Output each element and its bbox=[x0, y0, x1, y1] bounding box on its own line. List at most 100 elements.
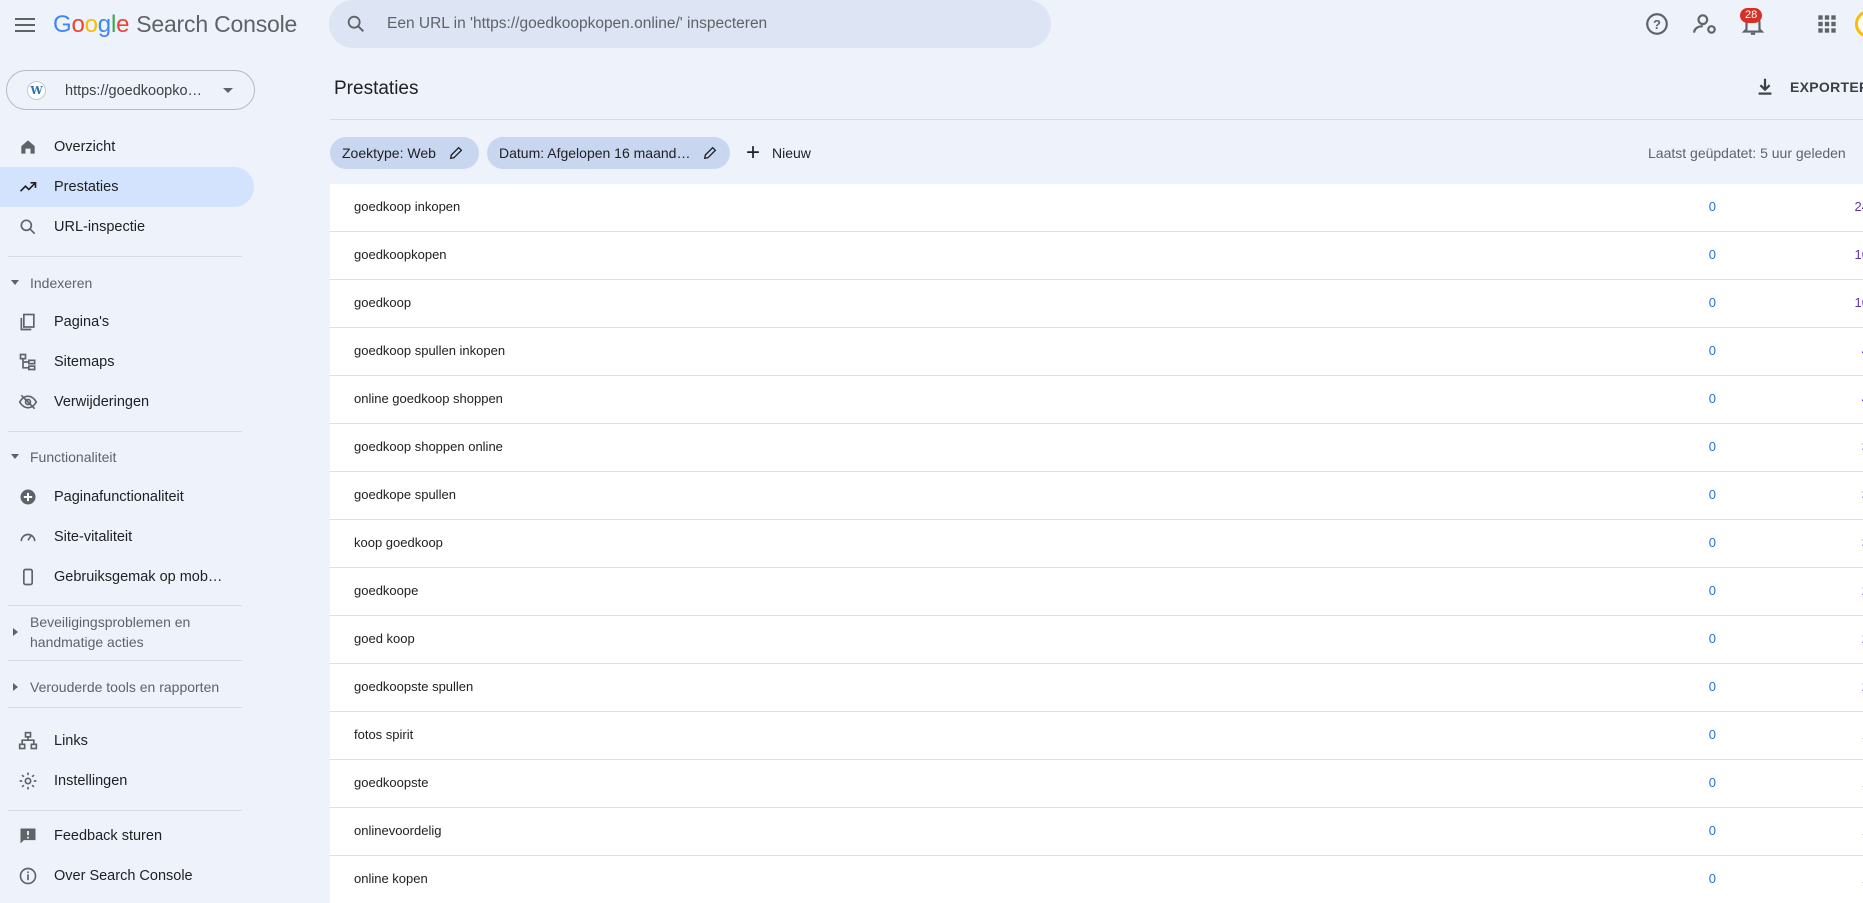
export-button[interactable]: EXPORTEREN bbox=[1754, 76, 1863, 98]
clicks-cell: 0 bbox=[1708, 535, 1716, 550]
table-row[interactable]: goed koop 0 2 bbox=[330, 616, 1863, 664]
visibility-off-icon bbox=[18, 394, 38, 410]
nav-label: Over Search Console bbox=[54, 868, 193, 884]
table-row[interactable]: online kopen 0 1 bbox=[330, 856, 1863, 903]
nav-label: URL-inspectie bbox=[54, 219, 146, 235]
search-icon bbox=[20, 219, 36, 235]
nav-gebruiksgemak-mobiel[interactable]: Gebruiksgemak op mob… bbox=[0, 557, 254, 597]
account-avatar[interactable] bbox=[1855, 10, 1863, 38]
phone-icon bbox=[23, 568, 33, 586]
nav-verwijderingen[interactable]: Verwijderingen bbox=[0, 382, 254, 422]
nav-sitemaps[interactable]: Sitemaps bbox=[0, 342, 254, 382]
section-label: Indexeren bbox=[30, 275, 93, 291]
impressions-cell: 3 bbox=[1829, 487, 1863, 502]
query-cell: online kopen bbox=[354, 871, 428, 886]
edit-pencil-icon[interactable] bbox=[448, 145, 464, 161]
expand-caret-icon bbox=[13, 683, 18, 691]
clicks-cell: 0 bbox=[1708, 679, 1716, 694]
search-icon[interactable] bbox=[345, 13, 367, 35]
svg-text:?: ? bbox=[1653, 17, 1661, 32]
table-row[interactable]: goedkoop inkopen 0 24 bbox=[330, 184, 1863, 232]
nav-label: Sitemaps bbox=[54, 354, 115, 370]
main-menu-button[interactable] bbox=[12, 12, 38, 38]
query-cell: onlinevoordelig bbox=[354, 823, 442, 838]
apps-grid-icon[interactable] bbox=[1814, 11, 1840, 37]
table-row[interactable]: onlinevoordelig 0 1 bbox=[330, 808, 1863, 856]
property-selector[interactable]: W https://goedkoopko… bbox=[6, 70, 255, 110]
nav-label: Gebruiksgemak op mob… bbox=[54, 569, 223, 585]
sidebar-divider bbox=[8, 605, 242, 606]
query-cell: goedkoop shoppen online bbox=[354, 439, 503, 454]
table-row[interactable]: goedkoopste spullen 0 2 bbox=[330, 664, 1863, 712]
clicks-cell: 0 bbox=[1708, 391, 1716, 406]
speed-icon bbox=[20, 533, 36, 542]
nav-prestaties[interactable]: Prestaties bbox=[0, 167, 254, 207]
manage-users-icon[interactable] bbox=[1692, 11, 1718, 37]
filter-chip-zoektype[interactable]: Zoektype: Web bbox=[330, 137, 479, 169]
impressions-cell: 4 bbox=[1829, 343, 1863, 358]
nav-overzicht[interactable]: Overzicht bbox=[0, 127, 254, 167]
table-row[interactable]: online goedkoop shoppen 0 4 bbox=[330, 376, 1863, 424]
pages-icon bbox=[20, 313, 35, 331]
impressions-cell: 1 bbox=[1829, 871, 1863, 886]
property-label: https://goedkoopko… bbox=[65, 83, 203, 99]
nav-site-vitaliteit[interactable]: Site-vitaliteit bbox=[0, 517, 254, 557]
top-bar: Google Search Console ? 28 bbox=[0, 0, 1863, 50]
sitemap-icon bbox=[19, 353, 36, 371]
impressions-cell: 1 bbox=[1829, 727, 1863, 742]
notification-badge: 28 bbox=[1740, 8, 1763, 23]
nav-over-search-console[interactable]: Over Search Console bbox=[0, 856, 254, 896]
menu-bar bbox=[15, 30, 35, 32]
help-icon[interactable]: ? bbox=[1644, 11, 1670, 37]
last-updated-text: Laatst geüpdatet: 5 uur geleden bbox=[1648, 145, 1846, 161]
nav-label: Feedback sturen bbox=[54, 828, 163, 844]
query-cell: goedkope spullen bbox=[354, 487, 456, 502]
nav-instellingen[interactable]: Instellingen bbox=[0, 761, 254, 801]
url-inspect-input[interactable] bbox=[387, 10, 1027, 38]
download-icon bbox=[1758, 78, 1772, 95]
logo-letter: e bbox=[116, 11, 130, 38]
search-console-logo[interactable]: Google Search Console bbox=[53, 11, 297, 39]
filter-chip-datum[interactable]: Datum: Afgelopen 16 maand… bbox=[487, 137, 730, 169]
wordpress-icon: W bbox=[27, 81, 46, 100]
nav-url-inspectie[interactable]: URL-inspectie bbox=[0, 207, 254, 247]
clicks-cell: 0 bbox=[1708, 295, 1716, 310]
nav-label: Pagina's bbox=[54, 314, 110, 330]
clicks-cell: 0 bbox=[1708, 343, 1716, 358]
expand-caret-icon bbox=[13, 628, 18, 636]
table-row[interactable]: fotos spirit 0 1 bbox=[330, 712, 1863, 760]
expand-caret-icon bbox=[11, 454, 19, 459]
nav-links[interactable]: Links bbox=[0, 721, 254, 761]
edit-pencil-icon[interactable] bbox=[702, 145, 718, 161]
clicks-cell: 0 bbox=[1708, 583, 1716, 598]
query-cell: goedkoopste spullen bbox=[354, 679, 474, 694]
table-row[interactable]: goedkoop spullen inkopen 0 4 bbox=[330, 328, 1863, 376]
plus-icon: + bbox=[746, 139, 761, 166]
table-row[interactable]: goedkoop 0 10 bbox=[330, 280, 1863, 328]
nav-paginafunctionaliteit[interactable]: Paginafunctionaliteit bbox=[0, 477, 254, 517]
table-row[interactable]: koop goedkoop 0 3 bbox=[330, 520, 1863, 568]
clicks-cell: 0 bbox=[1708, 247, 1716, 262]
new-filter-button[interactable]: + Nieuw bbox=[746, 137, 811, 169]
table-row[interactable]: goedkoope 0 2 bbox=[330, 568, 1863, 616]
query-cell: goedkoop bbox=[354, 295, 412, 310]
logo-letter: g bbox=[97, 11, 111, 38]
query-cell: goed koop bbox=[354, 631, 415, 646]
sidebar-divider bbox=[8, 431, 242, 432]
menu-bar bbox=[15, 18, 35, 20]
product-name: Search Console bbox=[136, 11, 298, 37]
table-row[interactable]: goedkoopste 0 1 bbox=[330, 760, 1863, 808]
logo-letter: o bbox=[84, 11, 98, 38]
page-title: Prestaties bbox=[334, 78, 419, 99]
settings-icon bbox=[19, 772, 37, 790]
impressions-cell: 3 bbox=[1829, 535, 1863, 550]
nav-paginas[interactable]: Pagina's bbox=[0, 302, 254, 342]
table-row[interactable]: goedkope spullen 0 3 bbox=[330, 472, 1863, 520]
menu-bar bbox=[15, 24, 35, 26]
export-label: EXPORTEREN bbox=[1790, 79, 1863, 95]
table-row[interactable]: goedkoop shoppen online 0 3 bbox=[330, 424, 1863, 472]
query-cell: goedkoope bbox=[354, 583, 419, 598]
nav-feedback-sturen[interactable]: Feedback sturen bbox=[0, 816, 254, 856]
feedback-icon bbox=[20, 828, 36, 844]
table-row[interactable]: goedkoopkopen 0 10 bbox=[330, 232, 1863, 280]
